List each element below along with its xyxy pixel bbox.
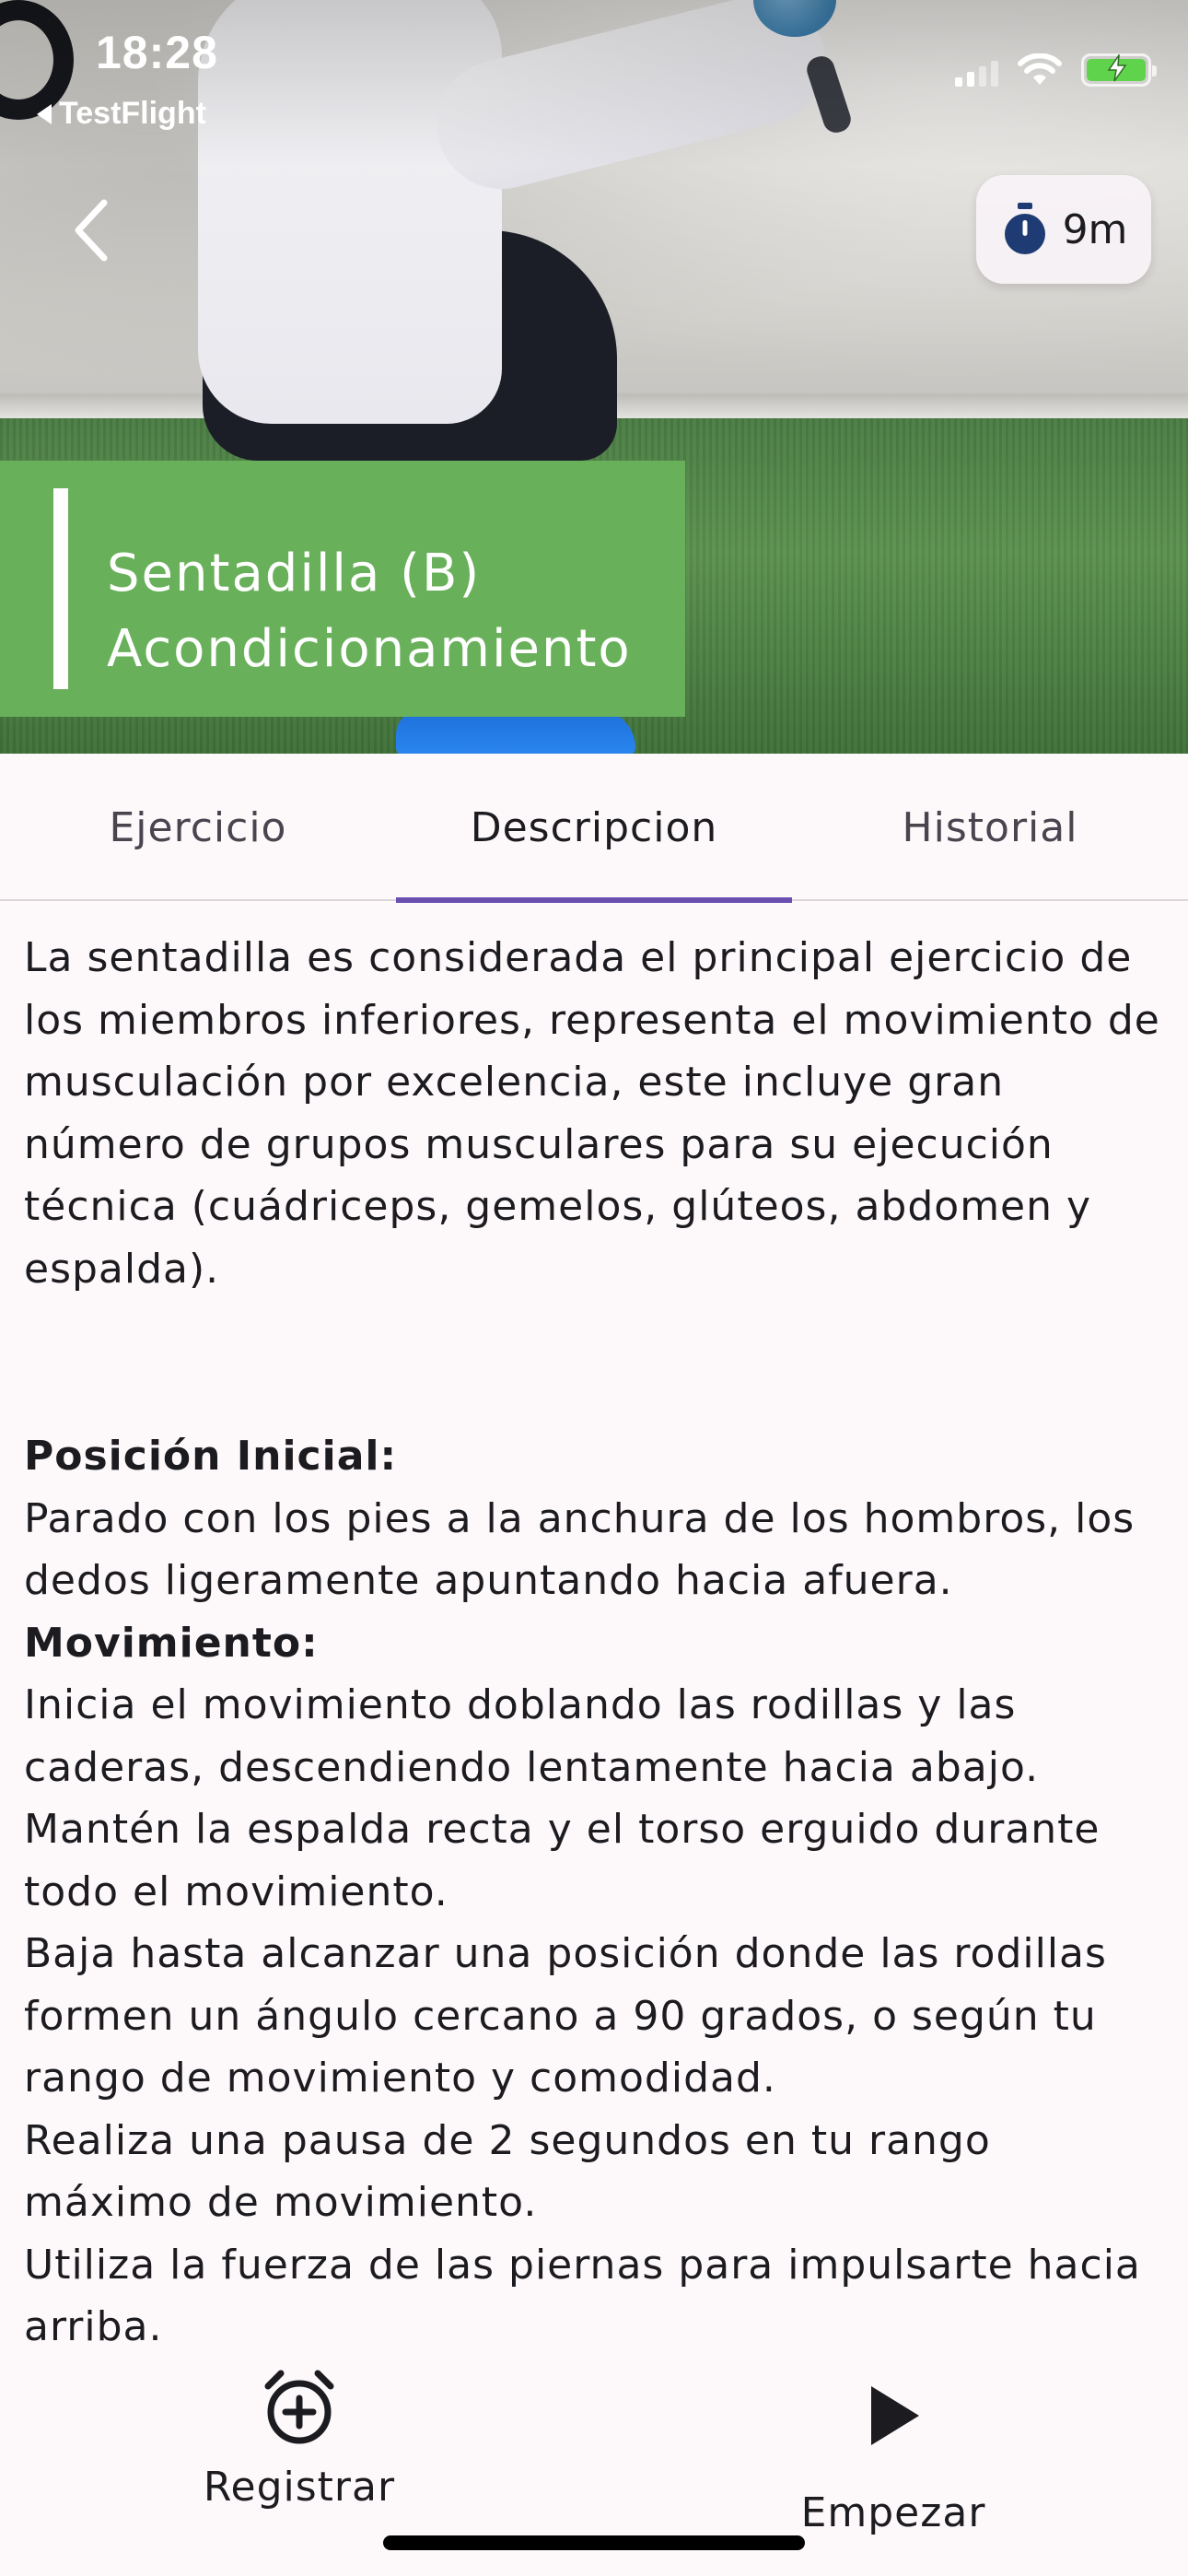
- tab-historial[interactable]: Historial: [792, 754, 1188, 901]
- cellular-signal-icon: [955, 59, 998, 87]
- exercise-title: Sentadilla (B): [107, 544, 482, 603]
- return-app-label: TestFlight: [59, 96, 206, 131]
- movement-step: Utiliza la fuerza de las piernas para im…: [24, 2241, 1141, 2351]
- battery-icon: [1081, 53, 1157, 87]
- banner-accent-bar: [53, 488, 68, 689]
- play-icon: [871, 2386, 919, 2445]
- description-intro: La sentadilla es considerada el principa…: [24, 934, 1160, 1293]
- tab-label: Descripcion: [470, 803, 718, 851]
- movement-step: Realiza una pausa de 2 segundos en tu ra…: [24, 2116, 991, 2227]
- tab-bar: Ejercicio Descripcion Historial: [0, 754, 1188, 903]
- register-label: Registrar: [203, 2464, 396, 2511]
- alarm-add-icon: [264, 2370, 334, 2444]
- initial-position-text: Parado con los pies a la anchura de los …: [24, 1494, 1136, 1605]
- tab-label: Ejercicio: [109, 803, 287, 851]
- tab-ejercicio[interactable]: Ejercicio: [0, 754, 396, 901]
- back-triangle-icon: [37, 103, 52, 124]
- duration-chip[interactable]: 9m: [976, 175, 1151, 284]
- home-indicator: [383, 2535, 805, 2550]
- movement-step: Inicia el movimiento doblando las rodill…: [24, 1681, 1040, 1791]
- movement-step: Baja hasta alcanzar una posición donde l…: [24, 1930, 1107, 2102]
- duration-label: 9m: [1062, 205, 1128, 253]
- chevron-left-icon: [75, 199, 108, 262]
- exercise-title-banner: Sentadilla (B) Acondicionamiento: [0, 461, 685, 717]
- back-button[interactable]: [55, 184, 129, 276]
- tab-descripcion[interactable]: Descripcion: [396, 754, 792, 903]
- stopwatch-icon: [1004, 203, 1045, 254]
- return-to-app-link[interactable]: TestFlight: [37, 96, 206, 132]
- start-label: Empezar: [800, 2489, 986, 2536]
- wifi-icon: [1017, 53, 1063, 87]
- register-button[interactable]: Registrar: [193, 2368, 405, 2511]
- status-icons: [955, 53, 1157, 87]
- exercise-category: Acondicionamiento: [107, 619, 632, 679]
- description-content: La sentadilla es considerada el principa…: [24, 927, 1166, 2359]
- tab-label: Historial: [902, 803, 1078, 851]
- movement-heading: Movimiento:: [24, 1619, 319, 1667]
- active-tab-indicator: [396, 897, 792, 903]
- status-time: 18:28: [96, 27, 218, 78]
- movement-step: Mantén la espalda recta y el torso ergui…: [24, 1806, 1101, 1915]
- initial-position-heading: Posición Inicial:: [24, 1433, 398, 1480]
- start-button[interactable]: Empezar: [792, 2375, 995, 2536]
